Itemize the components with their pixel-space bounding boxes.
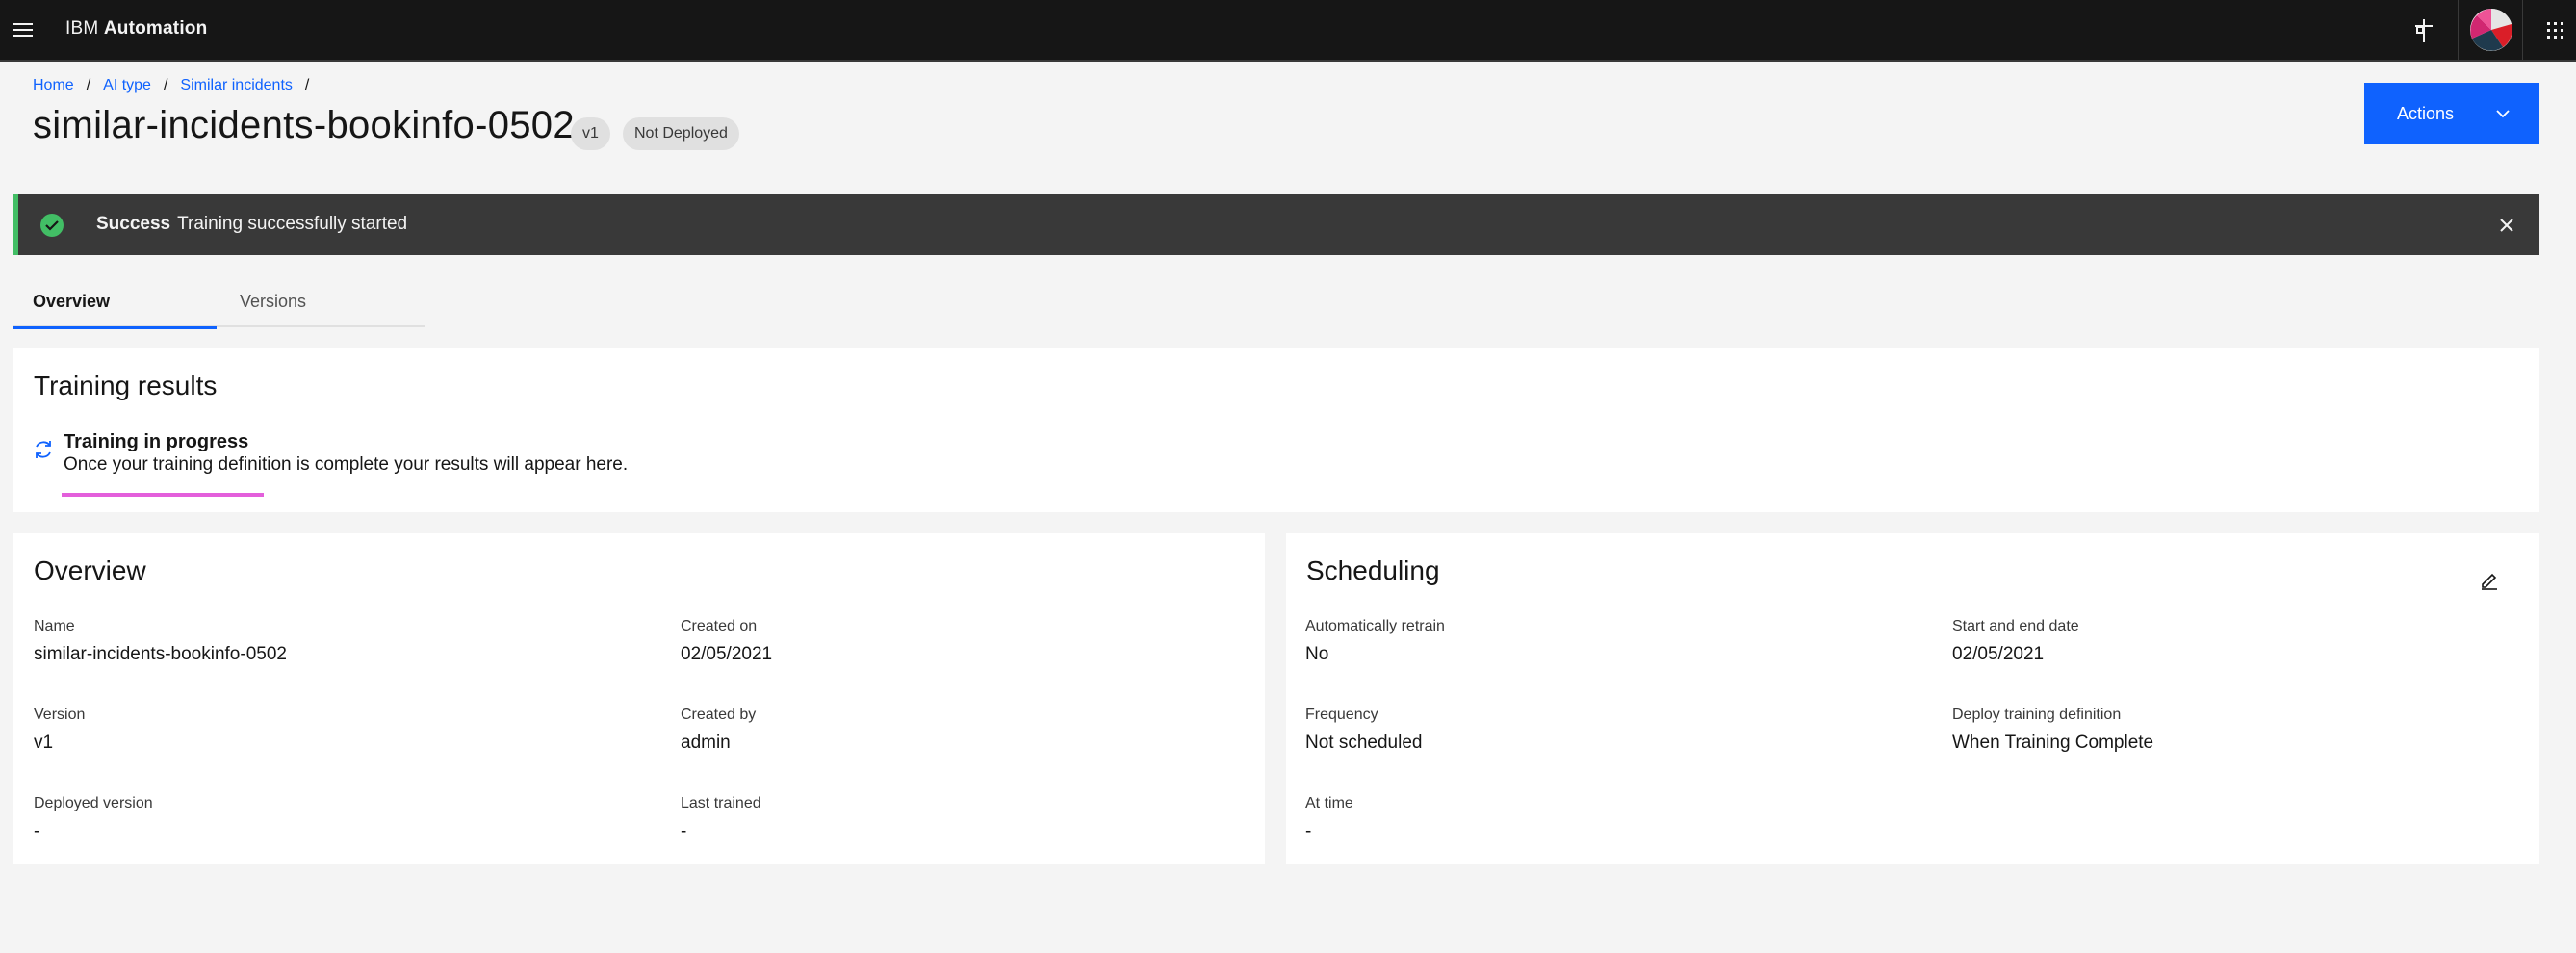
field-value: 02/05/2021: [681, 644, 773, 664]
field-value: -: [681, 821, 687, 841]
avatar-container: [2458, 0, 2523, 62]
actions-button[interactable]: Actions: [2364, 83, 2539, 144]
field-value: -: [1305, 821, 1312, 841]
field-label: Deploy training definition: [1952, 707, 2122, 723]
menu-icon[interactable]: [12, 13, 35, 46]
page-title: similar-incidents-bookinfo-0502: [33, 104, 575, 146]
scheduling-title: Scheduling: [1306, 555, 1440, 585]
field-label: Deployed version: [34, 795, 153, 811]
brand-prefix: IBM: [65, 18, 99, 39]
field-last-trained: Last trained -: [681, 795, 761, 842]
field-start-end-date: Start and end date 02/05/2021: [1952, 618, 2079, 665]
field-label: Name: [34, 618, 75, 634]
overview-title: Overview: [34, 555, 146, 585]
notification-message: Training successfully started: [177, 214, 408, 234]
field-value: similar-incidents-bookinfo-0502: [34, 644, 287, 664]
avatar[interactable]: [2469, 8, 2513, 52]
breadcrumb-ai-type[interactable]: AI type: [103, 77, 151, 94]
tab-list: Overview Versions: [13, 281, 425, 329]
field-label: Version: [34, 707, 86, 723]
brand-name: Automation: [103, 18, 208, 39]
field-label: Automatically retrain: [1305, 618, 1445, 634]
close-icon[interactable]: [2493, 212, 2520, 239]
field-name: Name similar-incidents-bookinfo-0502: [34, 618, 287, 665]
edit-icon[interactable]: [2478, 568, 2501, 591]
field-automatically-retrain: Automatically retrain No: [1305, 618, 1445, 665]
field-label: Frequency: [1305, 707, 1378, 723]
training-status-title: Training in progress: [64, 431, 249, 452]
field-frequency: Frequency Not scheduled: [1305, 707, 1422, 754]
pin-icon[interactable]: [2407, 13, 2441, 48]
notification-title: Success: [96, 214, 171, 234]
app-switcher-icon[interactable]: [2537, 13, 2572, 48]
breadcrumb-separator: /: [304, 77, 310, 93]
chevron-down-icon: [2495, 106, 2511, 126]
field-label: Last trained: [681, 795, 761, 811]
field-value: v1: [34, 733, 54, 753]
checkmark-filled-icon: [39, 213, 64, 238]
actions-button-label: Actions: [2397, 103, 2455, 123]
field-value: admin: [681, 733, 731, 753]
training-progress-fill: [62, 493, 264, 497]
field-created-on: Created on 02/05/2021: [681, 618, 772, 665]
field-deploy-training-definition: Deploy training definition When Training…: [1952, 707, 2153, 754]
field-label: Created by: [681, 707, 757, 723]
field-at-time: At time -: [1305, 795, 1353, 842]
field-value: When Training Complete: [1952, 733, 2154, 753]
breadcrumb-home[interactable]: Home: [33, 77, 74, 94]
training-results-title: Training results: [34, 371, 218, 400]
field-created-by: Created by admin: [681, 707, 756, 754]
training-status-description: Once your training definition is complet…: [64, 454, 629, 475]
field-label: At time: [1305, 795, 1353, 811]
breadcrumb-separator: /: [86, 77, 91, 93]
tab-overview[interactable]: Overview: [13, 281, 217, 329]
notification-text: Success Training successfully started: [96, 214, 407, 235]
renew-icon: [31, 437, 56, 462]
top-header: IBM Automation: [0, 0, 2576, 62]
tab-versions[interactable]: Versions: [217, 281, 425, 327]
success-notification: Success Training successfully started: [13, 194, 2539, 255]
breadcrumb-similar-incidents[interactable]: Similar incidents: [180, 77, 292, 94]
training-results-card: Training results Training in progress On…: [13, 348, 2539, 512]
field-value: 02/05/2021: [1952, 644, 2045, 664]
scheduling-card: Scheduling Automatically retrain No Star…: [1286, 533, 2539, 864]
field-version: Version v1: [34, 707, 85, 754]
field-value: No: [1305, 644, 1329, 664]
breadcrumb: Home / AI type / Similar incidents /: [33, 77, 322, 94]
training-progress-bar: [62, 493, 264, 497]
brand[interactable]: IBM Automation: [65, 18, 207, 39]
field-label: Created on: [681, 618, 758, 634]
overview-card: Overview Name similar-incidents-bookinfo…: [13, 533, 1265, 864]
field-label: Start and end date: [1952, 618, 2079, 634]
status-tag: Not Deployed: [623, 117, 739, 150]
field-deployed-version: Deployed version -: [34, 795, 153, 842]
field-value: -: [34, 821, 40, 841]
version-tag: v1: [571, 117, 610, 150]
breadcrumb-separator: /: [163, 77, 168, 93]
field-value: Not scheduled: [1305, 733, 1423, 753]
